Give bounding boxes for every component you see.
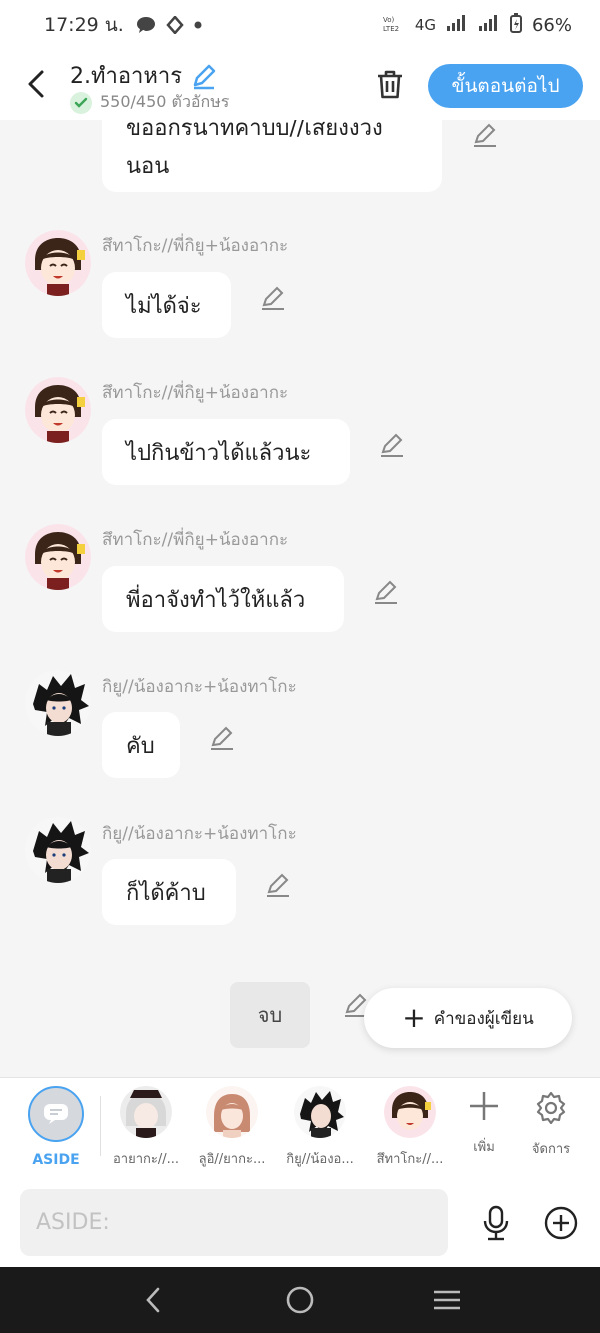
back-arrow-icon (28, 70, 44, 98)
svg-text:Vo): Vo) (383, 16, 395, 24)
edit-message-icon[interactable] (260, 285, 286, 311)
microphone-button[interactable] (476, 1203, 516, 1243)
edit-message-icon[interactable] (379, 432, 405, 458)
character-bar: ASIDE อายากะ//... ลูอิ//ยากะ... กิยู//น้… (0, 1077, 600, 1185)
battery-icon (509, 13, 522, 37)
signal-icon-2 (478, 14, 500, 36)
episode-title-text: 2.ทำอาหาร (70, 64, 183, 89)
character-label: ASIDE (32, 1152, 80, 1168)
nav-recents-button[interactable] (422, 1275, 472, 1325)
author-note-button[interactable]: + คำของผู้เขียน (364, 988, 572, 1048)
manage-characters-button[interactable]: จัดการ (521, 1090, 581, 1159)
character-aside[interactable]: ASIDE (14, 1086, 98, 1185)
divider (100, 1096, 101, 1156)
message-bubble[interactable]: ไม่ได้จ่ะ (102, 272, 231, 338)
avatar-giyu[interactable] (25, 817, 91, 883)
char-counter: 550/450 ตัวอักษร (70, 90, 229, 115)
edit-message-icon[interactable] (373, 579, 399, 605)
trash-icon (378, 70, 402, 99)
speech-bubble-icon (44, 1104, 68, 1124)
character-label: สึทาโกะ//... (376, 1152, 444, 1167)
message-bubble[interactable]: พี่อาจังทำไว้ให้แล้ว (102, 566, 344, 632)
network-type: 4G (414, 16, 436, 34)
add-label: เพิ่ม (473, 1140, 495, 1155)
message-sender: สึทาโกะ//พี่กิยู+น้องอากะ (102, 236, 289, 256)
input-bar (0, 1179, 600, 1267)
message-bubble[interactable]: คับ (102, 712, 180, 778)
svg-text:LTE2: LTE2 (383, 25, 399, 32)
nav-back-button[interactable] (128, 1275, 178, 1325)
character-label: อายากะ//... (112, 1152, 180, 1167)
add-character-button[interactable]: เพิ่ม (454, 1090, 514, 1157)
gear-icon (536, 1091, 566, 1125)
signal-icon (446, 14, 468, 36)
nav-home-button[interactable] (275, 1275, 325, 1325)
char-count-text: 550/450 ตัวอักษร (100, 92, 230, 111)
microphone-icon (483, 1205, 509, 1241)
status-right: Vo) LTE2 4G 66% (383, 13, 572, 37)
avatar-sutako[interactable] (25, 230, 91, 296)
manage-label: จัดการ (531, 1142, 571, 1157)
message-sender: กิยู//น้องอากะ+น้องทาโกะ (102, 824, 297, 844)
avatar (206, 1086, 258, 1138)
nav-recents-icon (433, 1290, 460, 1310)
nav-back-icon (146, 1287, 160, 1313)
character-giyu[interactable]: กิยู//น้องอ... (278, 1086, 362, 1169)
author-note-label: คำของผู้เขียน (433, 1008, 534, 1029)
back-button[interactable] (18, 64, 54, 104)
character-label: กิยู//น้องอ... (286, 1152, 354, 1167)
message-bubble[interactable]: ไปกินข้าวได้แล้วนะ (102, 419, 350, 485)
check-icon (70, 91, 92, 114)
message-bubble[interactable]: ก็ได้ค้าบ (102, 859, 236, 925)
battery-level: 66% (531, 14, 572, 36)
edit-title-icon[interactable] (190, 62, 218, 90)
aside-input[interactable] (20, 1189, 448, 1256)
character-label: ลูอิ//ยากะ... (198, 1152, 266, 1167)
nav-home-icon (286, 1286, 314, 1314)
message-sender: กิยู//น้องอากะ+น้องทาโกะ (102, 677, 297, 697)
add-media-button[interactable] (541, 1203, 581, 1243)
avatar (294, 1086, 346, 1138)
next-step-button[interactable]: ขั้นตอนต่อไป (428, 64, 583, 108)
dot-icon (194, 21, 202, 29)
status-bar: 17:29 น. Vo) LTE2 4G 66% (0, 0, 600, 50)
avatar (384, 1086, 436, 1138)
plus-circle-icon (544, 1206, 578, 1240)
volte-icon: Vo) LTE2 (383, 14, 405, 36)
character-lui[interactable]: ลูอิ//ยากะ... (190, 1086, 274, 1169)
end-marker[interactable]: จบ (230, 982, 310, 1048)
plus-icon (470, 1092, 498, 1120)
header: 2.ทำอาหาร 550/450 ตัวอักษร ขั้นตอนต่อไป (0, 50, 600, 120)
app-notification-icon (166, 16, 184, 34)
avatar-sutako[interactable] (25, 524, 91, 590)
edit-message-icon[interactable] (209, 725, 235, 751)
plus-icon: + (402, 1001, 426, 1034)
message-sender: สึทาโกะ//พี่กิยู+น้องอากะ (102, 530, 289, 550)
avatar-giyu[interactable] (25, 670, 91, 736)
system-nav-bar (0, 1267, 600, 1333)
aside-avatar (28, 1086, 84, 1142)
avatar-sutako[interactable] (25, 377, 91, 443)
avatar (120, 1086, 172, 1138)
chat-area[interactable]: ขออกรนาทคาบบ//เสยงงวง นอน สึทาโกะ//พี่กิ… (0, 120, 600, 1077)
edit-message-icon[interactable] (472, 122, 498, 148)
message-sender: สึทาโกะ//พี่กิยู+น้องอากะ (102, 383, 289, 403)
message-bubble-partial[interactable]: ขออกรนาทคาบบ//เสยงงวง นอน (102, 120, 442, 192)
status-time: 17:29 น. (44, 14, 124, 36)
character-ayaka[interactable]: อายากะ//... (104, 1086, 188, 1169)
episode-title: 2.ทำอาหาร (70, 58, 218, 93)
character-sutako[interactable]: สึทาโกะ//... (368, 1086, 452, 1169)
chat-notification-icon (136, 16, 156, 34)
delete-button[interactable] (372, 66, 408, 102)
edit-message-icon[interactable] (265, 872, 291, 898)
